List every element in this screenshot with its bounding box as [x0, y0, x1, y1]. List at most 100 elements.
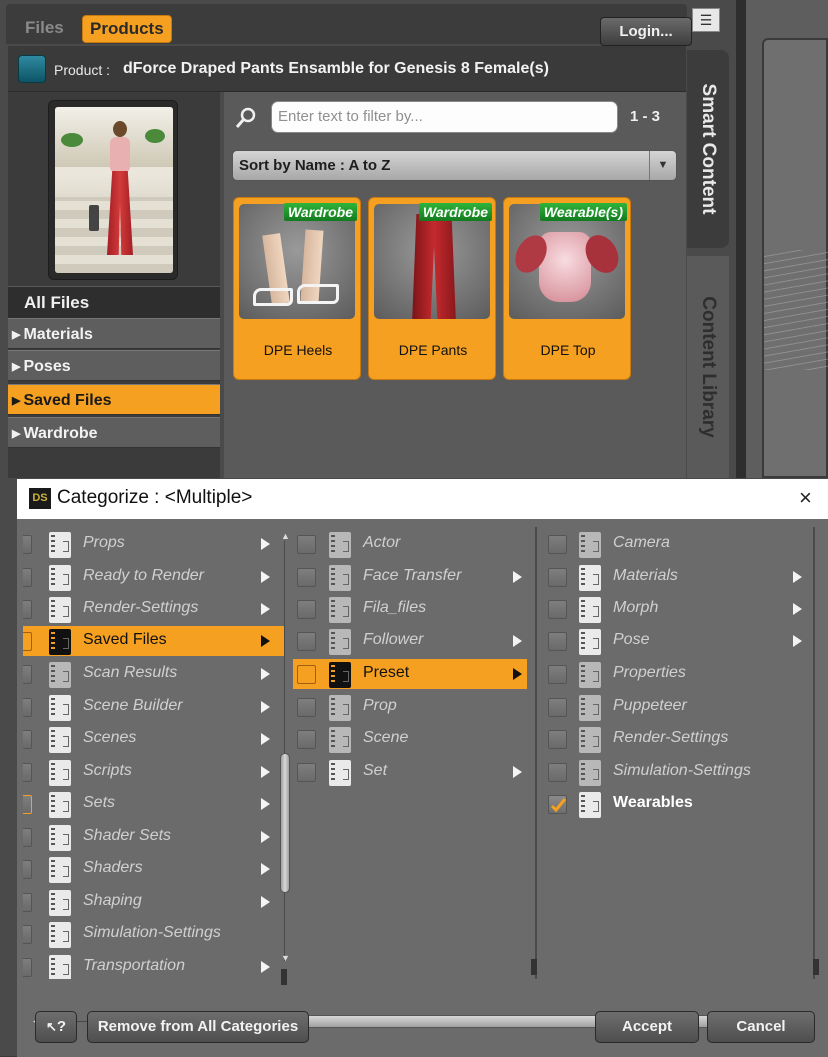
- cat-shaders[interactable]: Shaders: [23, 854, 285, 884]
- cat-scan-results[interactable]: Scan Results: [23, 659, 285, 689]
- cat-scene[interactable]: Scene: [293, 724, 527, 754]
- checkbox[interactable]: [23, 795, 32, 814]
- submenu-arrow-icon[interactable]: [261, 766, 270, 778]
- checkbox-checked[interactable]: [548, 795, 567, 814]
- checkbox[interactable]: [297, 763, 316, 782]
- checkbox[interactable]: [23, 698, 32, 717]
- cat-props[interactable]: Props: [23, 529, 285, 559]
- submenu-arrow-icon[interactable]: [261, 961, 270, 973]
- checkbox[interactable]: [23, 763, 32, 782]
- cat-shader-sets[interactable]: Shader Sets: [23, 822, 285, 852]
- category-poses[interactable]: ▶ Poses: [8, 350, 220, 381]
- cat-camera[interactable]: Camera: [543, 529, 813, 559]
- pane-divider[interactable]: [736, 0, 746, 478]
- cat-morph[interactable]: Morph: [543, 594, 813, 624]
- submenu-arrow-icon[interactable]: [261, 733, 270, 745]
- cancel-button[interactable]: Cancel: [707, 1011, 815, 1043]
- submenu-arrow-icon[interactable]: [513, 571, 522, 583]
- whats-this-help-button[interactable]: ↖?: [35, 1011, 77, 1043]
- category-saved-files[interactable]: ▶ Saved Files: [8, 384, 220, 415]
- scroll-down-icon[interactable]: ▼: [281, 953, 290, 963]
- submenu-arrow-icon[interactable]: [261, 571, 270, 583]
- cat-pose[interactable]: Pose: [543, 626, 813, 656]
- cat-set[interactable]: Set: [293, 757, 527, 787]
- scroll-up-icon[interactable]: ▲: [281, 531, 290, 541]
- checkbox[interactable]: [23, 860, 32, 879]
- cat-preset[interactable]: Preset: [293, 659, 527, 689]
- cat-simulation-settings-3[interactable]: Simulation-Settings: [543, 757, 813, 787]
- submenu-arrow-icon[interactable]: [261, 798, 270, 810]
- cat-transportation[interactable]: Transportation: [23, 952, 285, 979]
- checkbox[interactable]: [23, 665, 32, 684]
- submenu-arrow-icon[interactable]: [793, 571, 802, 583]
- checkbox[interactable]: [548, 730, 567, 749]
- checkbox[interactable]: [23, 828, 32, 847]
- checkbox[interactable]: [297, 730, 316, 749]
- cat-fila-files[interactable]: Fila_files: [293, 594, 527, 624]
- cat-follower[interactable]: Follower: [293, 626, 527, 656]
- search-icon[interactable]: [234, 106, 258, 130]
- submenu-arrow-icon[interactable]: [261, 701, 270, 713]
- cat-scenes[interactable]: Scenes: [23, 724, 285, 754]
- submenu-arrow-icon[interactable]: [513, 766, 522, 778]
- remove-from-all-categories-button[interactable]: Remove from All Categories: [87, 1011, 309, 1043]
- checkbox[interactable]: [23, 535, 32, 554]
- submenu-arrow-icon[interactable]: [793, 635, 802, 647]
- menu-icon[interactable]: ☰: [692, 8, 720, 32]
- cat-face-transfer[interactable]: Face Transfer: [293, 562, 527, 592]
- checkbox[interactable]: [297, 535, 316, 554]
- submenu-arrow-icon[interactable]: [513, 635, 522, 647]
- product-card-dpe-heels[interactable]: Wardrobe DPE Heels: [233, 197, 361, 380]
- cat-prop[interactable]: Prop: [293, 692, 527, 722]
- all-files-header[interactable]: All Files: [8, 286, 220, 318]
- cat-scene-builder[interactable]: Scene Builder: [23, 692, 285, 722]
- cat-scripts[interactable]: Scripts: [23, 757, 285, 787]
- cat-actor[interactable]: Actor: [293, 529, 527, 559]
- cat-shaping[interactable]: Shaping: [23, 887, 285, 917]
- accept-button[interactable]: Accept: [595, 1011, 699, 1043]
- scroll-thumb[interactable]: [280, 753, 290, 893]
- submenu-arrow-icon[interactable]: [261, 603, 270, 615]
- category-wardrobe[interactable]: ▶ Wardrobe: [8, 417, 220, 448]
- product-card-dpe-top[interactable]: Wearable(s) DPE Top: [503, 197, 631, 380]
- checkbox[interactable]: [548, 763, 567, 782]
- checkbox[interactable]: [23, 893, 32, 912]
- login-button[interactable]: Login...: [600, 17, 692, 46]
- tab-smart-content[interactable]: Smart Content: [687, 50, 729, 248]
- checkbox[interactable]: [548, 632, 567, 651]
- submenu-arrow-icon[interactable]: [261, 863, 270, 875]
- checkbox[interactable]: [297, 698, 316, 717]
- submenu-arrow-icon[interactable]: [793, 603, 802, 615]
- checkbox[interactable]: [23, 730, 32, 749]
- cat-render-settings-3[interactable]: Render-Settings: [543, 724, 813, 754]
- category-materials[interactable]: ▶ Materials: [8, 318, 220, 349]
- cat-simulation-settings[interactable]: Simulation-Settings: [23, 919, 285, 949]
- checkbox[interactable]: [23, 600, 32, 619]
- dialog-title-bar[interactable]: DS Categorize : <Multiple> ×: [17, 479, 828, 519]
- checkbox[interactable]: [297, 665, 316, 684]
- checkbox[interactable]: [548, 535, 567, 554]
- checkbox[interactable]: [23, 632, 32, 651]
- column-1-scrollbar[interactable]: ▲ ▼: [279, 531, 290, 985]
- sort-dropdown[interactable]: Sort by Name : A to Z ▼: [232, 150, 677, 181]
- submenu-arrow-icon[interactable]: [261, 668, 270, 680]
- cat-sets[interactable]: Sets: [23, 789, 285, 819]
- checkbox[interactable]: [548, 568, 567, 587]
- close-icon[interactable]: ×: [799, 485, 812, 511]
- checkbox[interactable]: [23, 568, 32, 587]
- submenu-arrow-icon[interactable]: [261, 896, 270, 908]
- cat-saved-files[interactable]: Saved Files: [23, 626, 285, 656]
- checkbox[interactable]: [548, 600, 567, 619]
- checkbox[interactable]: [297, 632, 316, 651]
- checkbox[interactable]: [297, 568, 316, 587]
- cat-ready-to-render[interactable]: Ready to Render: [23, 562, 285, 592]
- submenu-arrow-icon[interactable]: [513, 668, 522, 680]
- product-card-dpe-pants[interactable]: Wardrobe DPE Pants: [368, 197, 496, 380]
- tab-content-library[interactable]: Content Library: [687, 256, 729, 478]
- checkbox[interactable]: [297, 600, 316, 619]
- cat-wearables[interactable]: Wearables: [543, 789, 813, 819]
- filter-input[interactable]: Enter text to filter by...: [271, 101, 618, 133]
- cat-puppeteer[interactable]: Puppeteer: [543, 692, 813, 722]
- cat-render-settings[interactable]: Render-Settings: [23, 594, 285, 624]
- tab-products[interactable]: Products: [82, 15, 172, 43]
